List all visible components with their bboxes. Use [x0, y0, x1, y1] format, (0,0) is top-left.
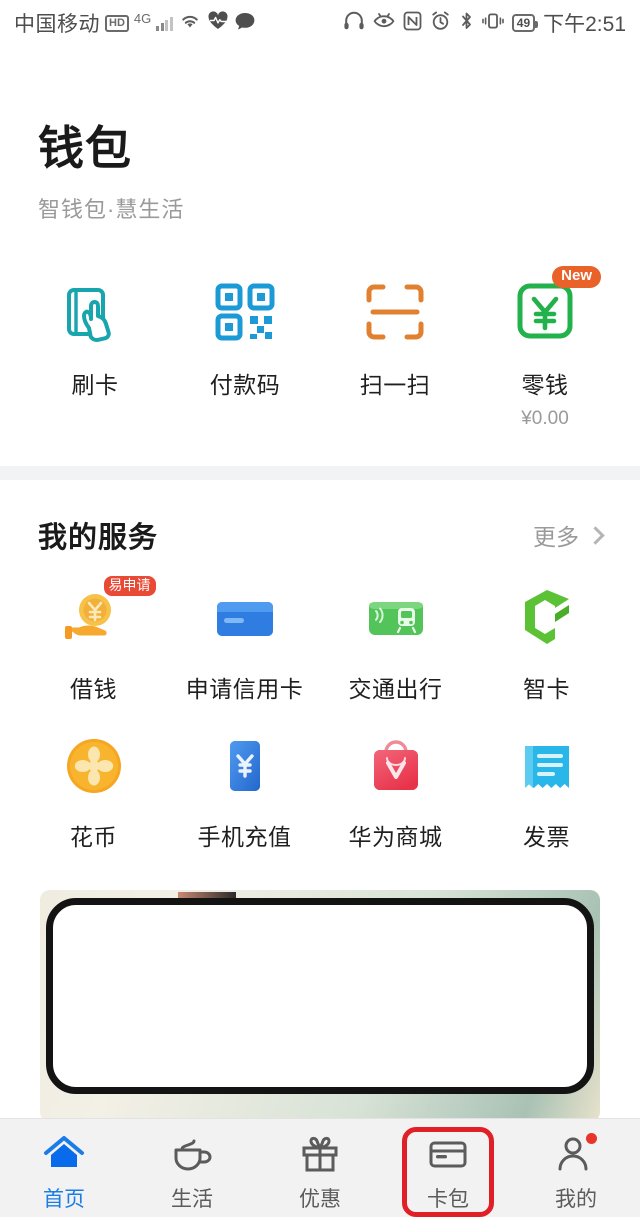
tab-offers[interactable]: 优惠	[256, 1119, 384, 1217]
quick-action-label: 付款码	[209, 372, 281, 398]
my-services-title: 我的服务	[38, 522, 159, 554]
phone-topup-icon	[209, 730, 281, 802]
banner-device-screen	[46, 898, 594, 1094]
apply-badge: 易申请	[103, 576, 156, 597]
status-bar: 中国移动 HD 4G 49 下午2:51	[0, 0, 640, 46]
tab-label: 卡包	[427, 1188, 469, 1211]
heart-rate-icon	[207, 11, 229, 35]
battery-icon: 49	[511, 14, 539, 32]
service-item-huawei-store[interactable]: 华为商城	[320, 730, 471, 852]
scan-icon	[359, 276, 431, 348]
service-label: 借钱	[70, 676, 117, 702]
service-label: 申请信用卡	[185, 676, 304, 702]
invoice-icon	[511, 730, 583, 802]
wifi-icon	[178, 12, 202, 34]
quick-action-label: 零钱	[521, 372, 569, 398]
quick-action-label: 刷卡	[71, 372, 119, 398]
headphones-icon	[343, 11, 365, 35]
alarm-clock-icon	[430, 11, 451, 35]
home-icon	[41, 1131, 87, 1177]
page-title: 钱包	[38, 122, 132, 174]
tab-label: 生活	[171, 1188, 213, 1211]
quick-action-payment-code[interactable]: 付款码	[170, 276, 320, 430]
service-label: 手机充值	[197, 824, 292, 850]
section-divider	[0, 466, 640, 480]
huabi-coin-icon	[58, 730, 130, 802]
promo-banner[interactable]	[0, 886, 640, 1118]
service-item-phone-topup[interactable]: 手机充值	[169, 730, 320, 852]
quick-action-label: 扫一扫	[359, 372, 431, 398]
hd-icon: HD	[105, 14, 129, 32]
tab-home[interactable]: 首页	[0, 1119, 128, 1217]
clock-label: 下午2:51	[543, 13, 626, 36]
service-item-invoice[interactable]: 发票	[471, 730, 622, 852]
page-header: 钱包 智钱包·慧生活	[0, 46, 640, 224]
notification-dot-badge	[586, 1133, 597, 1144]
service-label: 发票	[523, 824, 570, 850]
service-item-huabi[interactable]: 花币	[18, 730, 169, 852]
tab-label: 优惠	[299, 1188, 341, 1211]
transit-card-icon	[360, 582, 432, 654]
loan-hand-coin-icon: 易申请	[58, 576, 156, 654]
nfc-icon	[403, 11, 422, 35]
tab-life[interactable]: 生活	[128, 1119, 256, 1217]
tab-mine[interactable]: 我的	[512, 1119, 640, 1217]
smart-card-logo-icon	[511, 582, 583, 654]
bluetooth-icon	[459, 11, 474, 35]
service-label: 花币	[70, 824, 117, 850]
gift-icon	[297, 1131, 343, 1177]
chevron-right-icon	[586, 525, 605, 545]
service-label: 智卡	[523, 676, 570, 702]
new-badge: New	[552, 266, 601, 288]
tab-label: 首页	[43, 1188, 85, 1211]
more-label: 更多	[533, 524, 579, 550]
tab-label: 我的	[555, 1188, 597, 1211]
quick-action-balance: ¥0.00	[521, 408, 569, 429]
my-services-more-button[interactable]: 更多	[533, 518, 605, 552]
person-icon	[553, 1131, 599, 1177]
my-services-header: 我的服务 更多	[0, 480, 640, 556]
status-bar-right: 49 下午2:51	[343, 8, 626, 38]
wallet-balance-icon: New	[509, 266, 601, 348]
service-item-transit[interactable]: 交通出行	[320, 582, 471, 704]
4g-icon: 4G	[133, 10, 152, 26]
service-label: 交通出行	[348, 676, 443, 702]
service-item-loan[interactable]: 易申请 借钱	[18, 576, 169, 704]
payment-qr-icon	[209, 276, 281, 348]
bottom-tab-bar: 首页 生活 优惠 卡包 我的	[0, 1118, 640, 1217]
signal-bars-icon	[156, 15, 173, 31]
service-label: 华为商城	[348, 824, 443, 850]
vibrate-icon	[481, 11, 504, 35]
service-item-smart-card[interactable]: 智卡	[471, 582, 622, 704]
carrier-label: 中国移动	[14, 13, 100, 36]
my-services-grid: 易申请 借钱 申请信用卡 交通出行 智卡 花币 手机充值 华为商城 发票	[0, 556, 640, 874]
credit-card-icon	[209, 582, 281, 654]
quick-action-swipe-card[interactable]: 刷卡	[20, 276, 170, 430]
eye-protect-icon	[373, 11, 395, 35]
quick-action-change-balance[interactable]: New 零钱 ¥0.00	[470, 266, 620, 430]
quick-actions-row: 刷卡 付款码 扫一扫 New 零钱 ¥0.00	[0, 224, 640, 466]
card-wallet-icon	[425, 1131, 471, 1177]
service-item-apply-credit-card[interactable]: 申请信用卡	[169, 582, 320, 704]
shopping-bag-icon	[360, 730, 432, 802]
page-subtitle: 智钱包·慧生活	[38, 197, 185, 222]
wallet-app-screen: 中国移动 HD 4G 49 下午2:51 钱包 智钱包·慧生活 刷卡 付款码 扫…	[0, 0, 640, 1217]
tab-card-wallet[interactable]: 卡包	[384, 1119, 512, 1217]
swipe-card-icon	[59, 276, 131, 348]
quick-action-scan[interactable]: 扫一扫	[320, 276, 470, 430]
status-bar-left: 中国移动 HD 4G	[14, 8, 256, 38]
cup-icon	[169, 1131, 215, 1177]
chat-bubble-icon	[234, 11, 256, 35]
